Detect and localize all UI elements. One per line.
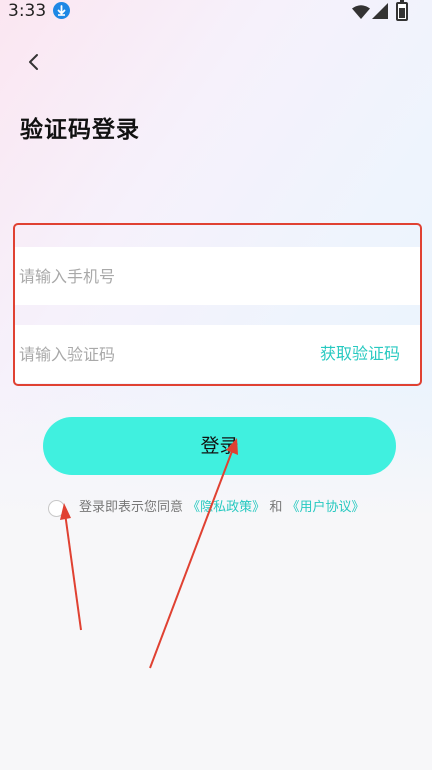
chevron-left-icon (29, 54, 38, 70)
agreement-checkbox[interactable] (48, 500, 65, 517)
signal-icon (372, 3, 388, 23)
download-icon (53, 2, 70, 19)
privacy-policy-link[interactable]: 《隐私政策》 (187, 500, 265, 515)
status-bar: 3:33 (0, 0, 432, 22)
user-agreement-link[interactable]: 《用户协议》 (286, 500, 364, 515)
wifi-icon (352, 4, 370, 23)
page-title: 验证码登录 (20, 117, 140, 143)
back-button[interactable] (22, 50, 46, 74)
agreement-text: 登录即表示您同意 《隐私政策》 和 《用户协议》 (79, 499, 364, 517)
login-button[interactable]: 登录 (43, 417, 396, 475)
status-time: 3:33 (8, 1, 47, 21)
agreement-joiner: 和 (269, 500, 283, 515)
agreement-prefix: 登录即表示您同意 (79, 500, 184, 515)
highlight-box (13, 223, 422, 386)
battery-icon (396, 0, 408, 21)
